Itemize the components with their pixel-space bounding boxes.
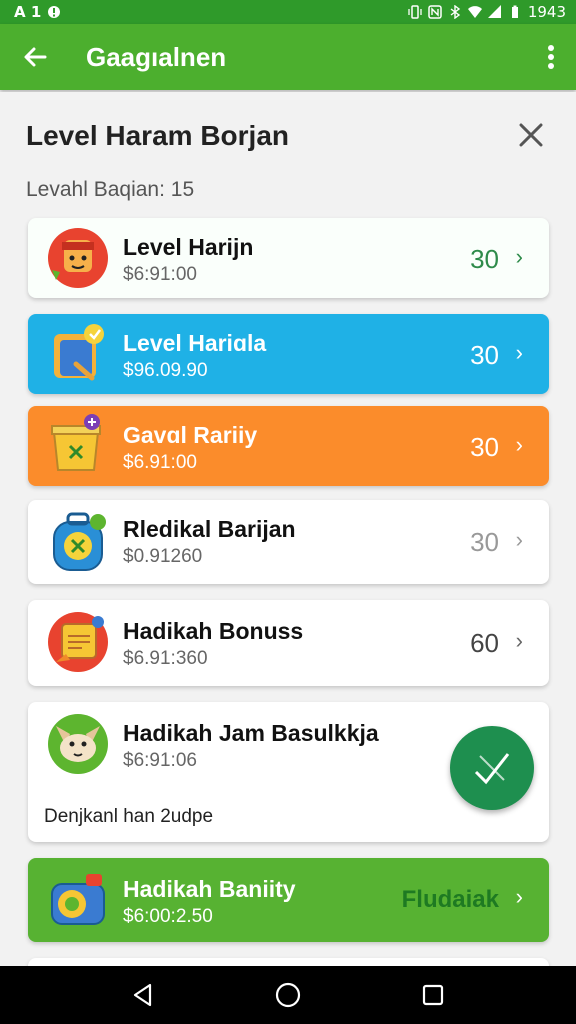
- chevron-right-icon: ›: [515, 628, 523, 653]
- nav-home-button[interactable]: [258, 966, 318, 1024]
- item-name: Level Hariɑla: [123, 330, 267, 356]
- item-price: $6:91:06: [123, 750, 197, 771]
- item-price: $6.91:360: [123, 648, 208, 669]
- item-price: $96.09.90: [123, 360, 208, 381]
- dog-face-icon: [48, 714, 108, 774]
- more-vert-icon: [548, 45, 554, 69]
- arrow-left-icon: [24, 47, 47, 67]
- wifi-icon: [467, 6, 482, 18]
- item-name: Hadikah Baniity: [123, 876, 296, 902]
- back-button[interactable]: [0, 24, 70, 90]
- list-item[interactable]: Hadikah Baniity $6:00:2.50 Fludaiak ›: [28, 858, 549, 942]
- list-item[interactable]: Level Hariɑla $96.09.90 30 ›: [28, 314, 549, 394]
- item-name: Hadikah Jam Basulkkja: [123, 720, 379, 746]
- list-item[interactable]: Gavɑl Rariiy $6.91:00 30 ›: [28, 406, 549, 486]
- chevron-right-icon: ›: [515, 340, 523, 365]
- sheet-title: Level Haram Borjan: [26, 120, 289, 151]
- item-price: $6:00:2.50: [123, 906, 213, 927]
- signal-icon: [487, 5, 501, 18]
- yellow-box-icon: [51, 414, 101, 471]
- chevron-right-icon: ›: [515, 527, 523, 552]
- item-value: 60: [470, 628, 499, 658]
- confirm-fab-button[interactable]: [450, 726, 534, 810]
- close-icon: [519, 123, 543, 147]
- status-time: 1943: [527, 3, 566, 21]
- list-item-expanded[interactable]: Hadikah Jam Basulkkja $6:91:06 Denjkanl …: [28, 702, 549, 842]
- item-value: 30: [470, 244, 499, 274]
- app-bar: Gaagıalnen: [0, 24, 576, 90]
- item-value: 30: [470, 340, 499, 370]
- chevron-right-icon: ›: [515, 244, 523, 269]
- item-name: Gavɑl Rariiy: [123, 422, 258, 448]
- alert-icon: [48, 6, 61, 18]
- nav-back-button[interactable]: [113, 966, 173, 1024]
- system-nav-bar: [0, 966, 576, 1024]
- nfc-icon: [428, 5, 442, 19]
- blue-backpack-icon: [53, 512, 106, 571]
- list-item[interactable]: Level Harijn $6:91:00 30 ›: [28, 218, 549, 298]
- nav-recents-icon: [423, 984, 444, 1006]
- chevron-right-icon: ›: [515, 432, 523, 457]
- item-price: $0.91260: [123, 546, 203, 567]
- close-button[interactable]: [514, 118, 548, 152]
- blue-clipboard-icon: [54, 324, 104, 381]
- item-value: Fludaiak: [401, 886, 499, 913]
- orange-note-icon: [48, 612, 108, 672]
- item-price: $6:91:00: [123, 264, 197, 285]
- overflow-menu-button[interactable]: [526, 24, 576, 90]
- bluetooth-icon: [450, 5, 460, 19]
- red-face-icon: [48, 228, 108, 288]
- item-name: Hadikah Bonuss: [123, 618, 304, 644]
- nav-back-icon: [133, 983, 151, 1007]
- item-value: 30: [470, 527, 499, 557]
- chevron-right-icon: ›: [515, 884, 523, 909]
- item-price: $6.91:00: [123, 452, 197, 473]
- nav-recents-button[interactable]: [403, 966, 463, 1024]
- status-bar: A 1 1943: [0, 0, 576, 24]
- vibrate-icon: [408, 5, 422, 19]
- list-item[interactable]: Hadikah Bonuss $6.91:360 60 ›: [28, 600, 549, 686]
- battery-icon: [511, 5, 518, 18]
- nav-home-icon: [275, 982, 301, 1008]
- item-note: Denjkanl han 2udpe: [44, 806, 214, 827]
- item-name: Rledikal Barijan: [123, 516, 296, 542]
- status-left-glyphs: A 1: [14, 3, 42, 21]
- item-name: Level Harijn: [123, 234, 254, 260]
- sheet-subtitle: Levahl Baqian: 15: [26, 178, 195, 201]
- level-sheet: Level Haram Borjan Levahl Baqian: 15 Lev…: [0, 92, 576, 978]
- item-value: 30: [470, 432, 499, 462]
- green-camera-icon: [51, 874, 105, 925]
- list-item[interactable]: Rledikal Barijan $0.91260 30 ›: [28, 500, 549, 584]
- checkmark-icon: [474, 753, 510, 785]
- app-bar-title: Gaagıalnen: [86, 41, 227, 72]
